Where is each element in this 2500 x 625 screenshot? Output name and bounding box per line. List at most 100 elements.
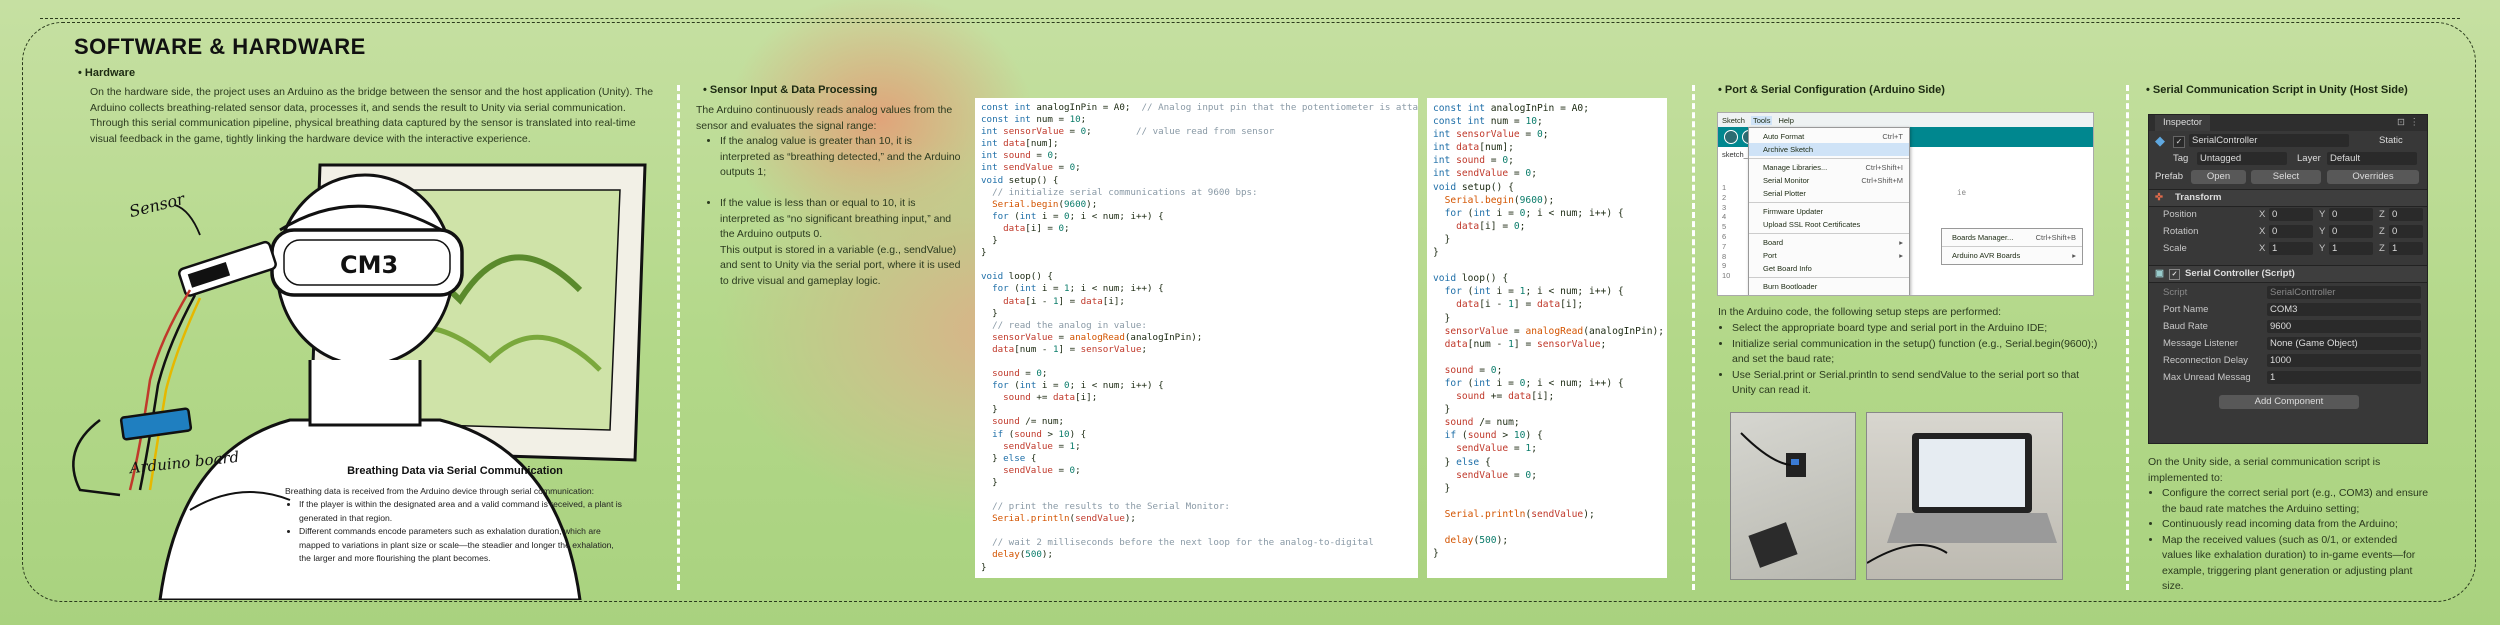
script-field-row: Max Unread Messag 1	[2149, 370, 2427, 386]
prefab-overrides-button[interactable]: Overrides	[2327, 170, 2419, 184]
code-line: }	[981, 247, 987, 259]
code-line: sound = 0;	[992, 368, 1048, 380]
tools-menu-item[interactable]: Burn Bootloader	[1749, 280, 1909, 293]
axis-y-label: Y	[2319, 243, 2326, 254]
unity-point: Continuously read incoming data from the…	[2162, 517, 2430, 533]
script-field-value[interactable]: None (Game Object)	[2267, 337, 2421, 350]
code-line: if (sound > 10) {	[992, 428, 1087, 440]
menu-icon[interactable]: ⋮	[2410, 115, 2420, 131]
axis-x-label: X	[2259, 226, 2266, 237]
transform-y-field[interactable]: 1	[2329, 242, 2373, 255]
tools-menu-item[interactable]: Serial Plotter	[1749, 187, 1909, 200]
script-field-value[interactable]: 1	[2267, 371, 2421, 384]
tools-menu-item[interactable]: Manage Libraries... Ctrl+Shift+I	[1749, 161, 1909, 174]
menu-item-label: Port	[1763, 251, 1777, 260]
board-submenu-item[interactable]: Arduino AVR Boards ▸	[1942, 249, 2082, 262]
ide-menu-sketch[interactable]: Sketch	[1722, 116, 1745, 125]
layer-label: Layer	[2297, 153, 2321, 164]
code-line: void loop() {	[1433, 273, 1509, 285]
ide-code-fragment: ie	[1957, 188, 1967, 197]
code-line: }	[981, 404, 998, 416]
object-name-field[interactable]: SerialController	[2189, 134, 2349, 147]
script-field-row: Port Name COM3	[2149, 302, 2427, 318]
static-label[interactable]: Static	[2379, 133, 2403, 149]
prefab-select-button[interactable]: Select	[2251, 170, 2321, 184]
code-line: sensorValue = analogRead(analogInPin);	[992, 331, 1203, 343]
unity-points: Configure the correct serial port (e.g.,…	[2148, 486, 2430, 595]
code-line: for (int i = 0; i < num; i++) {	[992, 210, 1164, 222]
tools-menu-item[interactable]: Get Board Info	[1749, 262, 1909, 275]
code-line: }	[981, 561, 987, 573]
line-number: 7	[1722, 241, 1727, 251]
headset-label: CM3	[340, 251, 398, 279]
script-field-value[interactable]: 1000	[2267, 354, 2421, 367]
transform-x-field[interactable]: 1	[2269, 242, 2313, 255]
board-submenu: Boards Manager... Ctrl+Shift+B Arduino AVR…	[1941, 228, 2083, 265]
caption-intro: Breathing data is received from the Ardu…	[285, 486, 595, 496]
prefab-open-button[interactable]: Open	[2191, 170, 2246, 184]
code-line: int sound = 0;	[1433, 155, 1514, 167]
tools-menu-item[interactable]: Upload SSL Root Certificates	[1749, 218, 1909, 231]
lock-icon[interactable]: ⊡	[2397, 115, 2405, 131]
transform-row: Position X 0 Y 0 Z 0	[2149, 207, 2427, 223]
ide-menubar: Sketch Tools Help	[1718, 113, 2093, 127]
code-line: for (int i = 0; i < num; i++) {	[1444, 207, 1624, 219]
transform-label: Scale	[2163, 243, 2187, 254]
arduino-ide-screenshot: Sketch Tools Help sketch_de 1 2 3 4 5 6 7 8 9 10 …	[1717, 112, 2094, 296]
verify-icon[interactable]	[1724, 130, 1738, 144]
code-line: }	[1433, 548, 1439, 560]
tools-menu: Auto Format Ctrl+T Archive Sketch Manage Li…	[1748, 127, 1910, 295]
tools-menu-item[interactable]: Archive Sketch	[1749, 143, 1909, 156]
transform-z-field[interactable]: 1	[2389, 242, 2423, 255]
port-point: Select the appropriate board type and se…	[1732, 321, 2098, 337]
ide-line-numbers: 1 2 3 4 5 6 7 8 9 10	[1722, 183, 1730, 281]
menu-item-label: Serial Plotter	[1763, 189, 1806, 198]
tools-menu-item[interactable]: Board ▸	[1749, 236, 1909, 249]
axis-y-label: Y	[2319, 209, 2326, 220]
code-line: Serial.println(sendValue);	[992, 513, 1136, 525]
tools-menu-item[interactable]: Auto Format Ctrl+T	[1749, 130, 1909, 143]
laptop-photo-content	[1866, 433, 2057, 564]
code-line: data[i - 1] = data[i];	[1003, 295, 1125, 307]
port-intro: In the Arduino code, the following setup…	[1718, 306, 2002, 318]
code-line: void setup() {	[1433, 181, 1514, 193]
line-number: 10	[1722, 271, 1731, 281]
add-component-button[interactable]: Add Component	[2219, 395, 2359, 409]
transform-y-field[interactable]: 0	[2329, 225, 2373, 238]
transform-x-field[interactable]: 0	[2269, 225, 2313, 238]
board-submenu-item[interactable]: Boards Manager... Ctrl+Shift+B	[1942, 231, 2082, 244]
tools-menu-item[interactable]: Port ▸	[1749, 249, 1909, 262]
script-enabled-checkbox[interactable]: ✓	[2169, 269, 2180, 280]
transform-y-field[interactable]: 0	[2329, 208, 2373, 221]
menu-item-label: Archive Sketch	[1763, 145, 1814, 154]
ide-menu-tools[interactable]: Tools	[1750, 115, 1773, 125]
tag-dropdown[interactable]: Untagged	[2197, 152, 2287, 165]
active-checkbox[interactable]: ✓	[2173, 136, 2185, 148]
script-field-value[interactable]: COM3	[2267, 303, 2421, 316]
script-field-value[interactable]: 9600	[2267, 320, 2421, 333]
layer-dropdown[interactable]: Default	[2327, 152, 2417, 165]
code-line: sendValue = 1;	[1003, 440, 1081, 452]
tools-menu-item[interactable]: Serial Monitor Ctrl+Shift+M	[1749, 174, 1909, 187]
code-line: }	[981, 476, 998, 488]
tag-label: Tag	[2173, 153, 2189, 164]
transform-z-field[interactable]: 0	[2389, 208, 2423, 221]
transform-z-field[interactable]: 0	[2389, 225, 2423, 238]
script-header[interactable]: ▣ ✓ Serial Controller (Script)	[2149, 265, 2427, 283]
tools-menu-item[interactable]: Firmware Updater	[1749, 205, 1909, 218]
code-line: Serial.println(sendValue);	[1444, 508, 1595, 520]
code-line: const int analogInPin = A0;	[1433, 103, 1589, 114]
illustration-caption: Breathing Data via Serial Communication …	[285, 465, 625, 566]
unity-point: Configure the correct serial port (e.g.,…	[2162, 486, 2430, 517]
code-line: } else {	[1433, 456, 1491, 468]
transform-x-field[interactable]: 0	[2269, 208, 2313, 221]
code-line: // print the results to the Serial Monit…	[992, 501, 1230, 513]
ide-menu-help[interactable]: Help	[1778, 116, 1793, 125]
inspector-tab[interactable]: Inspector	[2155, 115, 2211, 131]
script-field-label: Message Listener	[2163, 338, 2238, 349]
code-line: int sendValue = 0;	[981, 162, 1081, 174]
transform-header[interactable]: ✜ Transform	[2149, 189, 2427, 207]
code-line: for (int i = 1; i < num; i++) {	[1444, 286, 1624, 298]
